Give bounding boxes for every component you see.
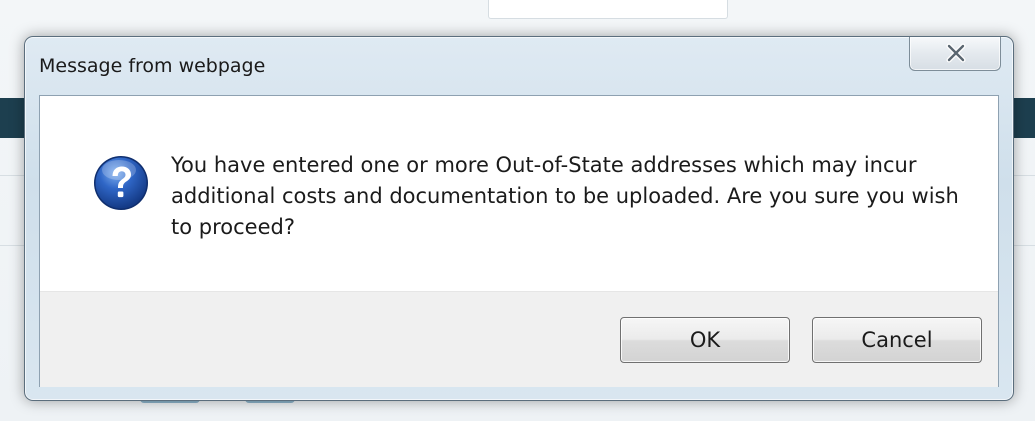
question-icon [94,156,148,210]
dialog-button-bar: OK Cancel [40,291,998,387]
dialog-titlebar[interactable]: Message from webpage [25,37,1013,93]
cancel-button[interactable]: Cancel [812,317,982,363]
close-icon [946,43,966,63]
dialog-message: You have entered one or more Out-of-Stat… [171,153,959,239]
message-dialog: Message from webpage You have entered on… [24,36,1014,401]
ok-button[interactable]: OK [620,317,790,363]
dialog-title: Message from webpage [39,55,266,77]
close-button[interactable] [909,37,1001,71]
message-area: You have entered one or more Out-of-Stat… [40,96,998,291]
dialog-content: You have entered one or more Out-of-Stat… [39,95,999,387]
background-page-field [488,0,728,19]
